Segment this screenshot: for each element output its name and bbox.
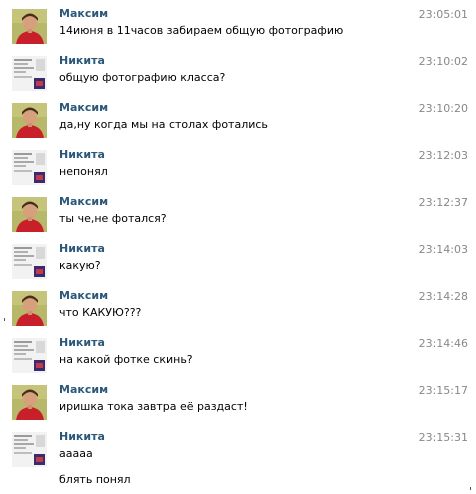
message-text: что КАКУЮ??? <box>59 306 142 319</box>
message-text: ааааа <box>59 447 93 460</box>
message-time: 23:14:28 <box>418 290 468 303</box>
message-row: Максим 23:05:01 14июня в 11часов забирае… <box>0 0 476 44</box>
author-name[interactable]: Максим <box>59 101 108 114</box>
message-row: Никита 23:15:31 ааааа блять понял <box>0 423 476 494</box>
message-row: Никита 23:14:03 какую? <box>0 235 476 279</box>
photo-avatar-icon[interactable] <box>12 9 47 44</box>
message-text: 14июня в 11часов забираем общую фотограф… <box>59 24 344 37</box>
message-text: какую? <box>59 259 101 272</box>
message-time: 23:14:03 <box>418 243 468 256</box>
message-time: 23:15:31 <box>418 431 468 444</box>
message-time: 23:15:17 <box>418 384 468 397</box>
message-row: Максим 23:15:17 иришка тока завтра её ра… <box>0 376 476 420</box>
message-text: иришка тока завтра её раздаст! <box>59 400 248 413</box>
collage-avatar-icon[interactable] <box>12 150 47 185</box>
author-name[interactable]: Максим <box>59 195 108 208</box>
message-time: 23:10:20 <box>418 102 468 115</box>
edge-mark <box>4 318 5 321</box>
message-text: на какой фотке скинь? <box>59 353 193 366</box>
author-name[interactable]: Никита <box>59 54 105 67</box>
edge-mark <box>470 487 471 490</box>
photo-avatar-icon[interactable] <box>12 385 47 420</box>
message-time: 23:12:03 <box>418 149 468 162</box>
message-time: 23:10:02 <box>418 55 468 68</box>
collage-avatar-icon[interactable] <box>12 338 47 373</box>
photo-avatar-icon[interactable] <box>12 291 47 326</box>
message-row: Максим 23:14:28 что КАКУЮ??? <box>0 282 476 326</box>
message-time: 23:12:37 <box>418 196 468 209</box>
author-name[interactable]: Никита <box>59 336 105 349</box>
message-row: Никита 23:12:03 непонял <box>0 141 476 185</box>
collage-avatar-icon[interactable] <box>12 56 47 91</box>
message-text: ты че,не фотался? <box>59 212 167 225</box>
message-row: Максим 23:12:37 ты че,не фотался? <box>0 188 476 232</box>
message-row: Никита 23:14:46 на какой фотке скинь? <box>0 329 476 373</box>
author-name[interactable]: Максим <box>59 383 108 396</box>
message-text: общую фотографию класса? <box>59 71 226 84</box>
message-text: да,ну когда мы на столах фотались <box>59 118 268 131</box>
message-row: Никита 23:10:02 общую фотографию класса? <box>0 47 476 91</box>
collage-avatar-icon[interactable] <box>12 432 47 467</box>
author-name[interactable]: Максим <box>59 7 108 20</box>
photo-avatar-icon[interactable] <box>12 103 47 138</box>
author-name[interactable]: Максим <box>59 289 108 302</box>
photo-avatar-icon[interactable] <box>12 197 47 232</box>
message-time: 23:05:01 <box>418 8 468 21</box>
message-row: Максим 23:10:20 да,ну когда мы на столах… <box>0 94 476 138</box>
message-text: непонял <box>59 165 108 178</box>
collage-avatar-icon[interactable] <box>12 244 47 279</box>
chat-history: Максим 23:05:01 14июня в 11часов забирае… <box>0 0 476 494</box>
author-name[interactable]: Никита <box>59 148 105 161</box>
author-name[interactable]: Никита <box>59 430 105 443</box>
message-time: 23:14:46 <box>418 337 468 350</box>
author-name[interactable]: Никита <box>59 242 105 255</box>
message-text-continued: блять понял <box>59 473 131 486</box>
